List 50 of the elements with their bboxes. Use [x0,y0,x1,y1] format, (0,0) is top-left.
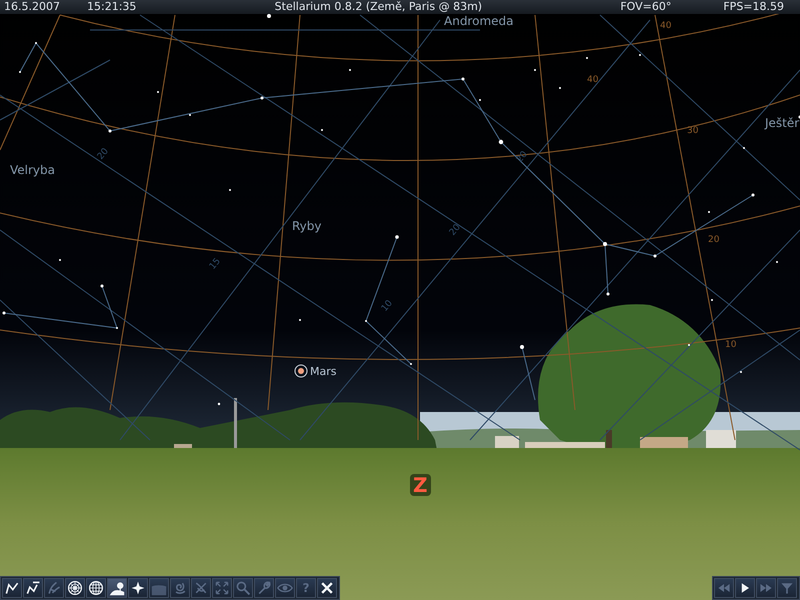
constellation-label: Ryby [292,220,322,232]
grid-label: 10 [725,341,736,350]
grid-label: 40 [660,22,672,31]
planet-marker-icon [294,364,308,378]
search-icon [235,580,251,596]
planets-button[interactable] [191,578,211,598]
grid-label: 20 [96,147,111,162]
cardinal-points-button[interactable] [128,578,148,598]
nebulae-button[interactable] [170,578,190,598]
constellation-label: Ještěr [765,117,800,129]
play-button[interactable] [735,578,755,598]
globe-icon [88,580,104,596]
quit-button[interactable] [317,578,337,598]
close-icon [319,580,335,596]
planet-label: Mars [310,364,336,378]
settings-button[interactable] [254,578,274,598]
wrench-icon [256,580,272,596]
fullscreen-button[interactable] [212,578,232,598]
grid-label: 15 [208,257,223,272]
constellation-names-button[interactable] [23,578,43,598]
four-arrows-icon [214,580,230,596]
figure-icon [46,580,62,596]
fps-text: FPS=18.59 [723,0,784,14]
grid-label: 30 [687,127,698,136]
date-text: 16.5.2007 [4,0,61,14]
triangle-down-icon [779,580,795,596]
compass-icon [130,580,146,596]
constellation-label: Andromeda [444,15,514,27]
app-title: Stellarium 0.8.2 (Země, Paris @ 83m) [274,0,482,14]
time-text: 15:21:35 [87,0,136,14]
azimuth-grid-icon [67,580,83,596]
grid-label: 10 [380,299,395,314]
night-mode-button[interactable] [275,578,295,598]
constellation-names-icon [25,580,41,596]
constellation-lines-icon [4,580,20,596]
ground-button[interactable] [107,578,127,598]
grid-label: 20 [708,236,720,245]
help-button[interactable]: ? [296,578,316,598]
search-button[interactable] [233,578,253,598]
constellation-label: Velryba [10,164,55,176]
grid-label: 40 [587,76,598,85]
cardinal-point-label: Z [410,474,431,496]
azimuth-grid-button[interactable] [65,578,85,598]
fov-text: FOV=60° [620,0,672,14]
house [706,430,736,448]
equatorial-grid-button[interactable] [86,578,106,598]
real-time-button[interactable] [777,578,797,598]
grid-label: 20 [448,223,463,238]
grid-label: 20 [516,150,530,165]
constellation-lines-button[interactable] [2,578,22,598]
